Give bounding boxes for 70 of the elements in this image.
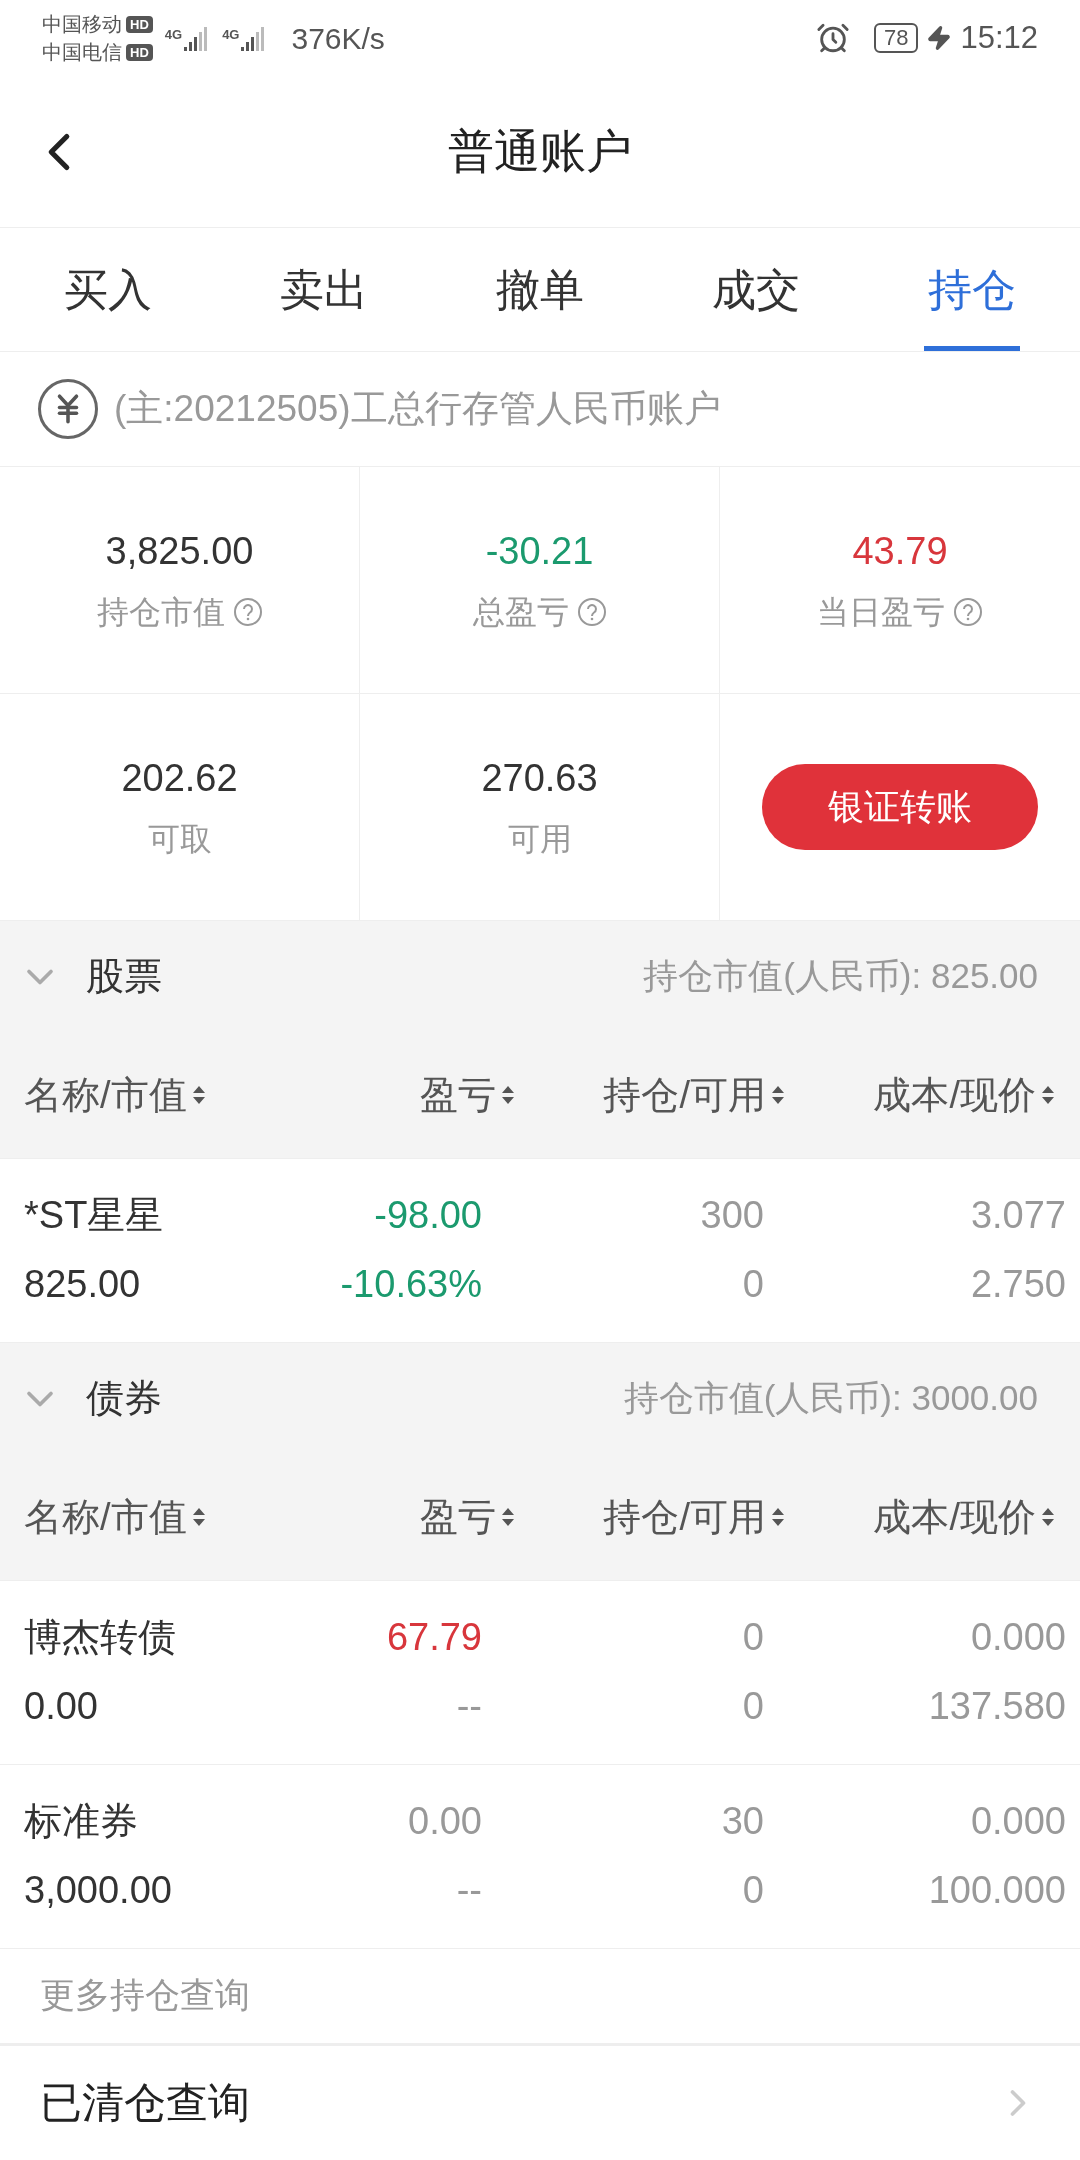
help-icon[interactable]	[232, 597, 263, 628]
column-header[interactable]: 盈亏	[420, 1066, 516, 1124]
network-speed: 376K/s	[291, 20, 385, 57]
stat-value: -30.21	[485, 529, 594, 575]
pnl-value: 0.00	[408, 1798, 482, 1844]
carrier-name: 中国移动	[42, 12, 122, 38]
position: 30	[721, 1798, 764, 1844]
available: 0	[742, 1684, 764, 1730]
tab[interactable]: 持仓	[924, 228, 1020, 352]
cost-price: 0.000	[970, 1798, 1066, 1844]
market-value: 825.00	[24, 1262, 142, 1308]
security-name[interactable]: *ST星星	[24, 1186, 256, 1244]
section-title: 债券	[86, 1376, 162, 1422]
cleared-query-item[interactable]: 已清仓查询	[0, 2045, 1080, 2160]
page-title: 普通账户	[448, 124, 632, 180]
security-name[interactable]: 标准券	[24, 1792, 256, 1850]
pnl-percent: -10.63%	[340, 1262, 482, 1308]
current-price: 2.750	[970, 1262, 1066, 1308]
stat-value: 270.63	[481, 756, 598, 802]
pnl-value: -98.00	[374, 1192, 482, 1238]
position: 0	[742, 1614, 764, 1660]
network-label: 4G	[222, 26, 240, 45]
column-header[interactable]: 名称/市值	[24, 1066, 207, 1124]
tab[interactable]: 买入	[60, 228, 156, 352]
hd-badge: HD	[126, 15, 153, 33]
hd-badge: HD	[126, 43, 153, 61]
carrier-name: 中国电信	[42, 40, 122, 66]
stat-value: 202.62	[121, 756, 238, 802]
charging-icon	[926, 25, 953, 52]
column-header[interactable]: 成本/现价	[873, 1066, 1056, 1124]
cost-price: 0.000	[970, 1614, 1066, 1660]
section-title: 股票	[86, 954, 162, 1000]
current-price: 100.000	[928, 1868, 1066, 1914]
stat-label: 当日盈亏	[817, 593, 945, 633]
column-header[interactable]: 盈亏	[420, 1488, 516, 1546]
position: 300	[700, 1192, 764, 1238]
stat-label: 总盈亏	[472, 593, 569, 633]
available: 0	[742, 1262, 764, 1308]
stat-value: 43.79	[852, 529, 948, 575]
stat-label: 持仓市值	[96, 593, 225, 633]
stat-label: 可取	[147, 820, 212, 860]
stat-label: 可用	[507, 820, 572, 860]
pnl-percent: --	[456, 1868, 482, 1914]
help-icon[interactable]	[953, 597, 983, 628]
cost-price: 3.077	[970, 1192, 1066, 1238]
pnl-percent: --	[456, 1684, 482, 1730]
tab[interactable]: 撤单	[492, 228, 588, 352]
column-header[interactable]: 成本/现价	[873, 1488, 1056, 1546]
market-value: 3,000.00	[24, 1868, 173, 1914]
more-positions-label: 更多持仓查询	[40, 1974, 250, 2017]
network-label: 4G	[164, 26, 183, 45]
stat-value: 3,825.00	[105, 529, 254, 575]
security-name[interactable]: 博杰转债	[24, 1608, 256, 1666]
column-header[interactable]: 名称/市值	[24, 1488, 207, 1546]
transfer-button[interactable]: 银证转账	[762, 763, 1038, 850]
tab[interactable]: 卖出	[276, 228, 372, 352]
column-header[interactable]: 持仓/可用	[603, 1066, 786, 1124]
help-icon[interactable]	[576, 597, 607, 628]
column-header[interactable]: 持仓/可用	[603, 1488, 786, 1546]
pnl-value: 67.79	[386, 1614, 482, 1660]
current-price: 137.580	[928, 1684, 1066, 1730]
clock: 15:12	[960, 18, 1038, 57]
market-value: 0.00	[24, 1684, 99, 1730]
battery-level: 78	[873, 23, 919, 54]
account-name: (主:20212505)工总行存管人民币账户	[114, 387, 721, 432]
section-summary: 持仓市值(人民币): 3000.00	[623, 1377, 1038, 1420]
available: 0	[742, 1868, 764, 1914]
tab[interactable]: 成交	[708, 228, 804, 352]
yen-icon	[38, 378, 98, 439]
section-summary: 持仓市值(人民币): 825.00	[643, 955, 1038, 998]
